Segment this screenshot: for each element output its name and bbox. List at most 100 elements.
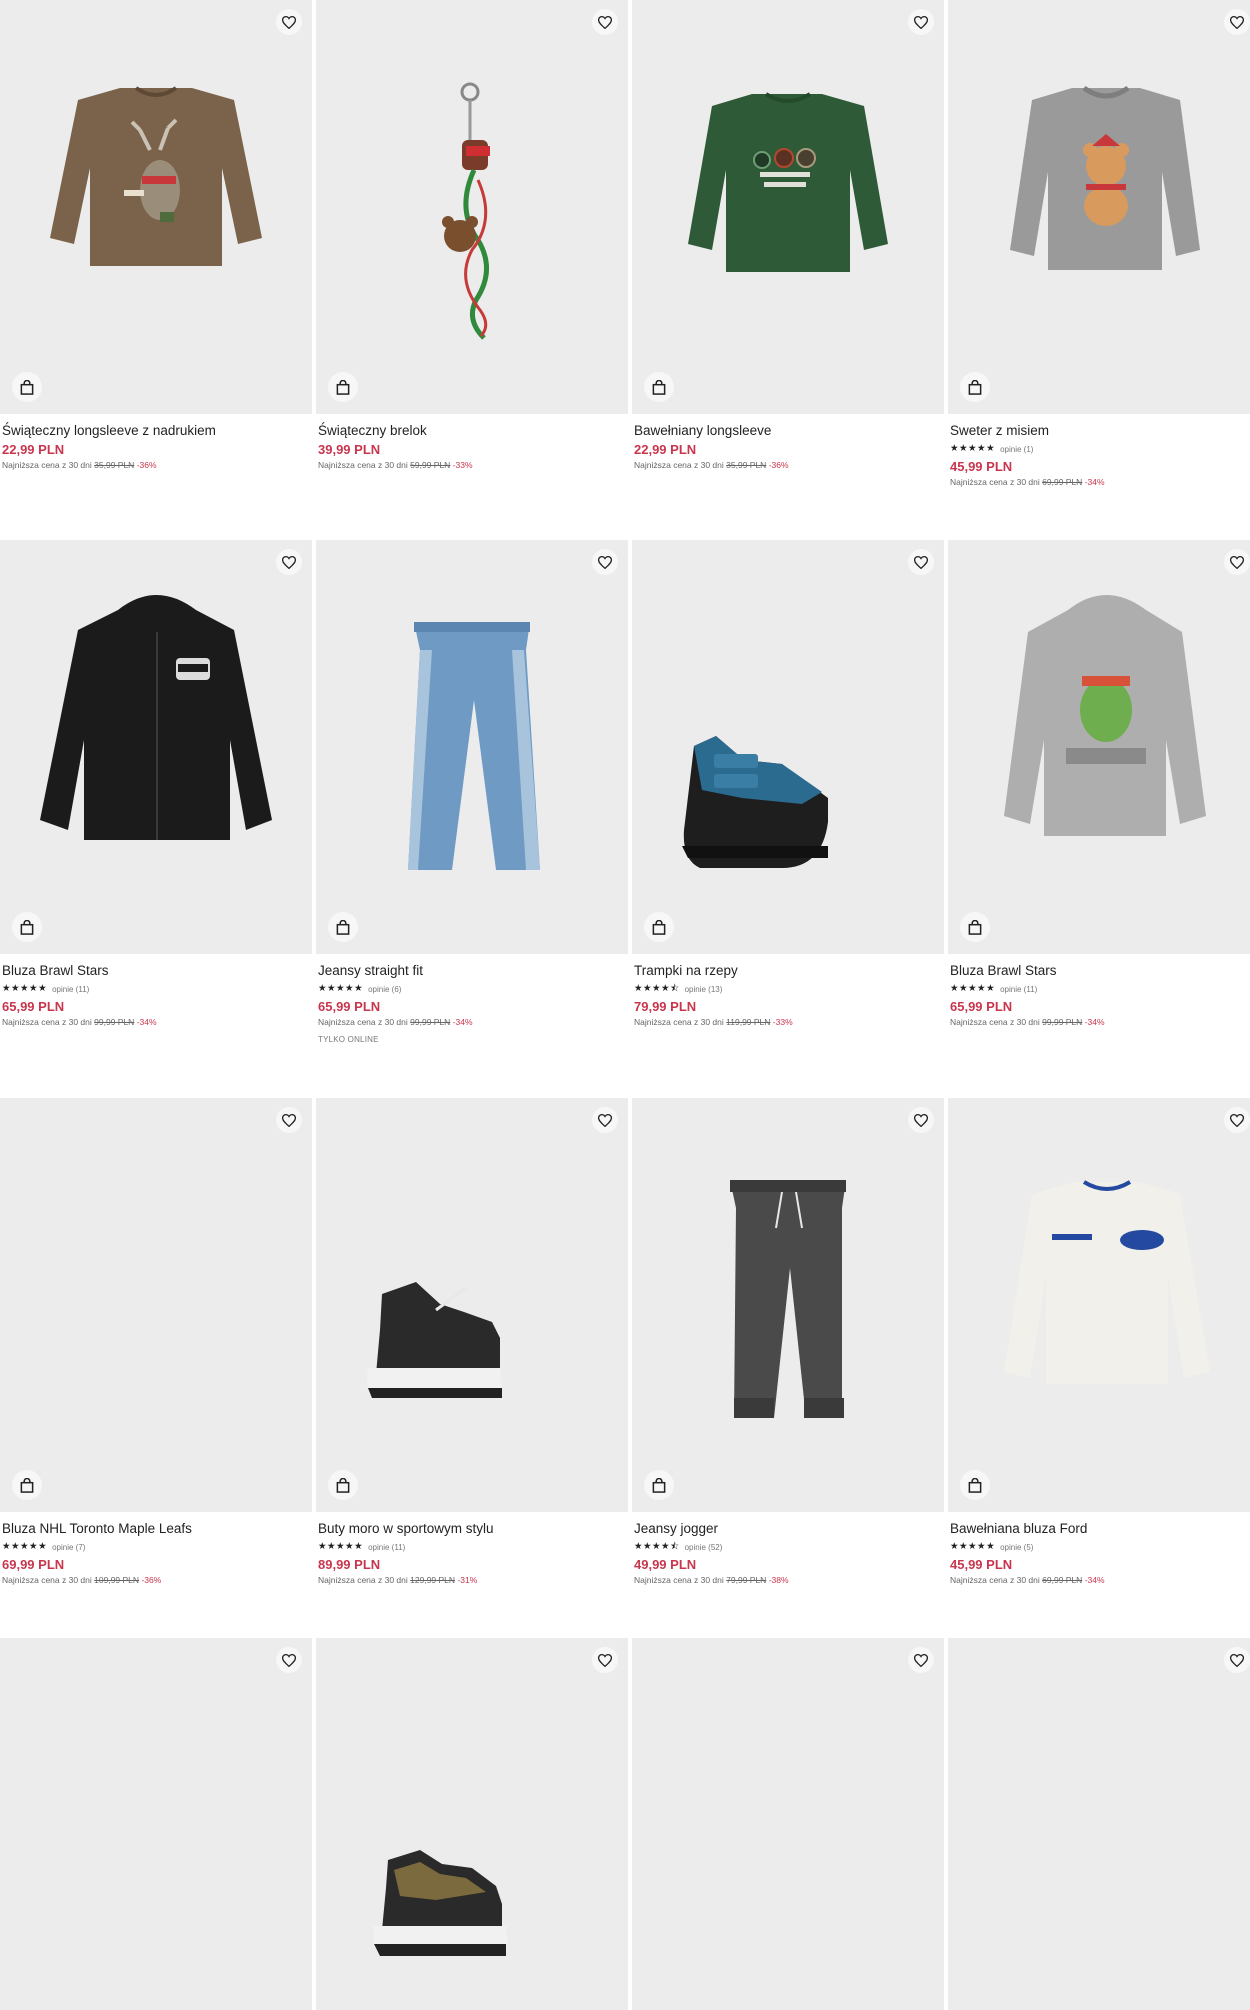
shopping-bag-icon <box>20 919 34 935</box>
add-to-cart-button[interactable] <box>960 1470 990 1500</box>
review-count: opinie (5) <box>1000 1542 1034 1552</box>
product-rating[interactable]: ★★★★★ opinie (11) <box>318 1539 623 1555</box>
product-name[interactable]: Bluza Brawl Stars <box>950 962 1250 980</box>
add-to-wishlist-button[interactable] <box>592 1647 618 1673</box>
product-image[interactable] <box>0 0 312 414</box>
product-name[interactable]: Trampki na rzepy <box>634 962 939 980</box>
product-rating[interactable]: ★★★★★ opinie (11) <box>2 981 307 997</box>
product-name[interactable]: Świąteczny brelok <box>318 422 623 440</box>
heart-icon <box>914 555 928 569</box>
add-to-wishlist-button[interactable] <box>908 1107 934 1133</box>
review-count: opinie (52) <box>684 1542 723 1552</box>
lowest-price-label: Najniższa cena z 30 dni <box>318 460 408 470</box>
review-count: opinie (11) <box>368 1542 406 1552</box>
product-image[interactable] <box>632 540 944 954</box>
add-to-cart-button[interactable] <box>328 912 358 942</box>
add-to-wishlist-button[interactable] <box>276 1647 302 1673</box>
add-to-cart-button[interactable] <box>328 1470 358 1500</box>
add-to-cart-button[interactable] <box>644 1470 674 1500</box>
product-image[interactable] <box>948 540 1250 954</box>
product-photo-longsleeve-reindeer <box>50 86 262 266</box>
lowest-price-label: Najniższa cena z 30 dni <box>2 1575 92 1585</box>
product-rating[interactable]: ★★★★⯪ opinie (13) <box>634 981 939 997</box>
product-image[interactable] <box>632 1098 944 1512</box>
lowest-price-label: Najniższa cena z 30 dni <box>950 1575 1040 1585</box>
product-photo-placeholder <box>632 1638 944 2010</box>
product-name[interactable]: Bawełniana bluza Ford <box>950 1520 1250 1538</box>
add-to-wishlist-button[interactable] <box>908 1647 934 1673</box>
product-name[interactable]: Świąteczny longsleeve z nadrukiem <box>2 422 307 440</box>
product-price: 22,99 PLN <box>2 442 65 457</box>
add-to-cart-button[interactable] <box>12 372 42 402</box>
add-to-wishlist-button[interactable] <box>908 9 934 35</box>
add-to-wishlist-button[interactable] <box>1224 1647 1250 1673</box>
product-image[interactable] <box>948 1098 1250 1512</box>
heart-icon <box>282 555 296 569</box>
add-to-wishlist-button[interactable] <box>592 9 618 35</box>
add-to-wishlist-button[interactable] <box>1224 9 1250 35</box>
discount: -34% <box>1084 1575 1105 1585</box>
product-photo-placeholder <box>948 1638 1250 2010</box>
product-rating[interactable]: ★★★★★ opinie (7) <box>2 1539 307 1555</box>
product-name[interactable]: Jeansy jogger <box>634 1520 939 1538</box>
add-to-wishlist-button[interactable] <box>1224 549 1250 575</box>
product-name[interactable]: Jeansy straight fit <box>318 962 623 980</box>
add-to-wishlist-button[interactable] <box>592 1107 618 1133</box>
add-to-wishlist-button[interactable] <box>1224 1107 1250 1133</box>
heart-icon <box>914 1653 928 1667</box>
heart-icon <box>598 15 612 29</box>
review-count: opinie (11) <box>52 984 90 994</box>
add-to-wishlist-button[interactable] <box>908 549 934 575</box>
product-image[interactable] <box>948 0 1250 414</box>
product-name[interactable]: Buty moro w sportowym stylu <box>318 1520 623 1538</box>
rating-stars: ★★★★★ <box>318 1541 364 1552</box>
add-to-cart-button[interactable] <box>644 372 674 402</box>
add-to-cart-button[interactable] <box>12 912 42 942</box>
lowest-price-info: Najniższa cena z 30 dni 69,99 PLN -34% <box>950 476 1250 489</box>
product-rating[interactable]: ★★★★★ opinie (6) <box>318 981 623 997</box>
product-price: 65,99 PLN <box>2 999 65 1014</box>
add-to-cart-button[interactable] <box>328 372 358 402</box>
product-photo-placeholder <box>0 1638 312 2010</box>
add-to-cart-button[interactable] <box>644 912 674 942</box>
product-name[interactable]: Sweter z misiem <box>950 422 1250 440</box>
heart-icon <box>914 15 928 29</box>
product-price: 79,99 PLN <box>634 999 697 1014</box>
shopping-bag-icon <box>336 1477 350 1493</box>
product-name[interactable]: Bawełniany longsleeve <box>634 422 939 440</box>
product-image[interactable] <box>0 1098 312 1512</box>
product-image[interactable] <box>0 1638 312 2010</box>
add-to-cart-button[interactable] <box>960 372 990 402</box>
product-image[interactable] <box>316 1638 628 2010</box>
product-rating[interactable]: ★★★★⯪ opinie (52) <box>634 1539 939 1555</box>
add-to-wishlist-button[interactable] <box>276 9 302 35</box>
discount: -31% <box>457 1575 478 1585</box>
lowest-price-info: Najniższa cena z 30 dni 35,99 PLN -36% <box>634 459 939 472</box>
product-photo-placeholder <box>0 1098 312 1512</box>
discount: -34% <box>136 1017 157 1027</box>
product-name[interactable]: Bluza NHL Toronto Maple Leafs <box>2 1520 307 1538</box>
product-image[interactable] <box>0 540 312 954</box>
add-to-wishlist-button[interactable] <box>276 549 302 575</box>
product-rating[interactable]: ★★★★★ opinie (11) <box>950 981 1250 997</box>
product-image[interactable] <box>632 1638 944 2010</box>
add-to-cart-button[interactable] <box>960 912 990 942</box>
shopping-bag-icon <box>652 919 666 935</box>
product-rating[interactable]: ★★★★★ opinie (5) <box>950 1539 1250 1555</box>
product-image[interactable] <box>316 1098 628 1512</box>
product-price: 65,99 PLN <box>318 999 381 1014</box>
product-name[interactable]: Bluza Brawl Stars <box>2 962 307 980</box>
add-to-cart-button[interactable] <box>12 1470 42 1500</box>
lowest-price-label: Najniższa cena z 30 dni <box>950 1017 1040 1027</box>
product-image[interactable] <box>632 0 944 414</box>
lowest-price-info: Najniższa cena z 30 dni 69,99 PLN -34% <box>950 1574 1250 1587</box>
product-image[interactable] <box>316 540 628 954</box>
product-rating[interactable]: ★★★★★ opinie (1) <box>950 441 1250 457</box>
product-image[interactable] <box>948 1638 1250 2010</box>
add-to-wishlist-button[interactable] <box>276 1107 302 1133</box>
old-price: 35,99 PLN <box>94 460 135 470</box>
add-to-wishlist-button[interactable] <box>592 549 618 575</box>
product-image[interactable] <box>316 0 628 414</box>
shopping-bag-icon <box>652 1477 666 1493</box>
lowest-price-info: Najniższa cena z 30 dni 99,99 PLN -34% <box>2 1016 307 1029</box>
